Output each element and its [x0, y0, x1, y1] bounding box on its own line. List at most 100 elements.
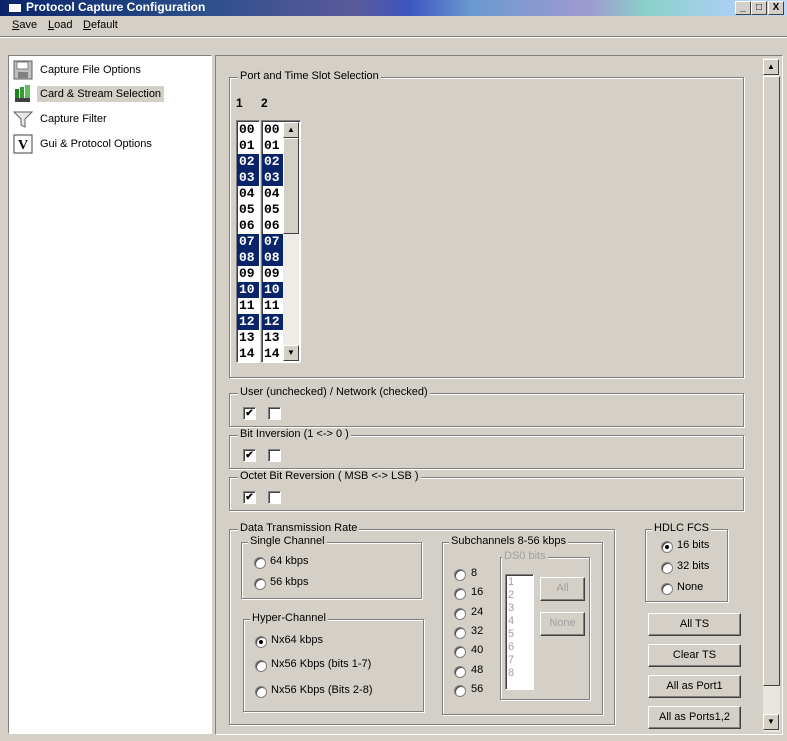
hyper-nx64-radio[interactable]: [255, 636, 267, 648]
ds0-bit-item[interactable]: 1: [506, 576, 533, 589]
user-network-port1-checkbox[interactable]: ✔: [243, 407, 256, 420]
options-tree: Capture File Options Card & Stream Selec…: [8, 55, 212, 734]
nav-item-card-stream-selection[interactable]: Card & Stream Selection: [13, 83, 165, 105]
subchannel-56-radio[interactable]: [454, 684, 466, 697]
ds0-bit-item[interactable]: 8: [506, 667, 533, 680]
port1-timeslot-item[interactable]: 07: [237, 234, 259, 250]
port2-timeslot-item[interactable]: 12: [262, 314, 284, 330]
minimize-button[interactable]: _: [735, 1, 751, 15]
user-network-port2-checkbox[interactable]: [268, 407, 281, 420]
bit-inversion-port1-checkbox[interactable]: ✔: [243, 449, 256, 462]
port2-timeslot-item[interactable]: 14: [262, 346, 284, 362]
port2-timeslot-item[interactable]: 00: [262, 122, 284, 138]
port1-timeslot-item[interactable]: 01: [237, 138, 259, 154]
port-timeslot-group-title: Port and Time Slot Selection: [238, 70, 381, 82]
port2-timeslot-item[interactable]: 05: [262, 202, 284, 218]
port-timeslot-group: [229, 77, 744, 378]
port2-timeslot-item[interactable]: 02: [262, 154, 284, 170]
hdlc-none-label: None: [677, 581, 704, 593]
port1-timeslot-item[interactable]: 03: [237, 170, 259, 186]
port1-timeslot-item[interactable]: 00: [237, 122, 259, 138]
subchannels-group-title: Subchannels 8-56 kbps: [449, 535, 568, 547]
clear-ts-button[interactable]: Clear TS: [648, 644, 741, 667]
ds0-bit-item[interactable]: 2: [506, 589, 533, 602]
port1-timeslot-item[interactable]: 10: [237, 282, 259, 298]
subchannel-8-radio[interactable]: [454, 569, 466, 581]
ds0-bit-item[interactable]: 4: [506, 615, 533, 628]
menu-default[interactable]: Default: [83, 19, 118, 31]
timeslot-scroll-down-button[interactable]: ▼: [283, 345, 299, 361]
subchannel-24-radio[interactable]: [454, 607, 466, 620]
menu-load-label: oad: [54, 19, 73, 31]
port1-timeslot-item[interactable]: 08: [237, 250, 259, 266]
port1-timeslot-item[interactable]: 11: [237, 298, 259, 314]
subchannel-24-label: 24: [471, 605, 484, 618]
scroll-down-button[interactable]: ▼: [763, 714, 779, 730]
nav-item-label: Capture File Options: [40, 64, 141, 76]
port1-timeslot-item[interactable]: 09: [237, 266, 259, 282]
nav-item-gui-protocol-options[interactable]: V Gui & Protocol Options: [13, 133, 155, 155]
nav-item-label: Capture Filter: [40, 113, 107, 125]
scroll-thumb[interactable]: [763, 76, 780, 686]
subchannel-48-label: 48: [471, 663, 484, 676]
all-ts-button[interactable]: All TS: [648, 613, 741, 636]
port2-timeslot-item[interactable]: 11: [262, 298, 284, 314]
port2-timeslot-item[interactable]: 01: [262, 138, 284, 154]
hdlc-16bits-radio[interactable]: [661, 541, 673, 553]
ds0-bit-item[interactable]: 3: [506, 602, 533, 615]
nav-item-capture-file-options[interactable]: Capture File Options: [13, 59, 144, 81]
port2-timeslot-item[interactable]: 10: [262, 282, 284, 298]
subchannel-32-radio[interactable]: [454, 626, 466, 639]
ds0-none-button[interactable]: None: [540, 612, 585, 636]
port1-timeslot-item[interactable]: 04: [237, 186, 259, 202]
hdlc-fcs-group-title: HDLC FCS: [652, 522, 712, 534]
port1-timeslot-item[interactable]: 14: [237, 346, 259, 362]
app-window-icon: [8, 3, 22, 13]
port2-timeslot-item[interactable]: 03: [262, 170, 284, 186]
ds0-bit-item[interactable]: 7: [506, 654, 533, 667]
timeslot-scroll-thumb[interactable]: [283, 138, 299, 234]
subchannel-48-radio[interactable]: [454, 665, 466, 678]
single-channel-group: [241, 542, 422, 599]
hdlc-32bits-radio[interactable]: [661, 562, 673, 574]
subchannel-8-label: 8: [471, 567, 478, 579]
port1-timeslot-list[interactable]: 00 01 02 03 04 05 06 07 08 09 10 11 12 13 14: [236, 120, 260, 363]
port1-timeslot-item[interactable]: 12: [237, 314, 259, 330]
menu-load[interactable]: Load: [48, 19, 72, 31]
maximize-button[interactable]: □: [751, 1, 767, 15]
ds0-bit-item[interactable]: 6: [506, 641, 533, 654]
single-56kbps-radio[interactable]: [254, 578, 266, 590]
port2-timeslot-item[interactable]: 08: [262, 250, 284, 266]
port2-timeslot-item[interactable]: 06: [262, 218, 284, 234]
octet-reversion-port1-checkbox[interactable]: ✔: [243, 491, 256, 504]
all-as-port1-button[interactable]: All as Port1: [648, 675, 741, 698]
octet-reversion-group: [229, 477, 744, 511]
scroll-up-button[interactable]: ▲: [763, 59, 779, 75]
port2-timeslot-item[interactable]: 07: [262, 234, 284, 250]
bit-inversion-port2-checkbox[interactable]: [268, 449, 281, 462]
hyper-nx56-bits17-radio[interactable]: [255, 660, 267, 672]
timeslot-scroll-up-button[interactable]: ▲: [283, 122, 299, 138]
ds0-all-button[interactable]: All: [540, 577, 585, 601]
single-64kbps-radio[interactable]: [254, 557, 266, 569]
all-as-ports12-button[interactable]: All as Ports1,2: [648, 706, 741, 729]
hdlc-none-radio[interactable]: [661, 583, 673, 595]
hyper-nx56-bits28-radio[interactable]: [255, 686, 267, 698]
single-64kbps-label: 64 kbps: [270, 555, 309, 567]
menu-save[interactable]: Save: [12, 19, 37, 31]
port2-timeslot-item[interactable]: 09: [262, 266, 284, 282]
subchannel-56-label: 56: [471, 682, 484, 695]
ds0-bit-item[interactable]: 5: [506, 628, 533, 641]
port2-timeslot-item[interactable]: 04: [262, 186, 284, 202]
port1-timeslot-item[interactable]: 02: [237, 154, 259, 170]
port2-timeslot-item[interactable]: 13: [262, 330, 284, 346]
ds0-bits-group-title: DS0 bits: [502, 550, 548, 562]
port1-timeslot-item[interactable]: 13: [237, 330, 259, 346]
close-button[interactable]: X: [768, 1, 784, 15]
port1-timeslot-item[interactable]: 06: [237, 218, 259, 234]
nav-item-capture-filter[interactable]: Capture Filter: [12, 108, 110, 130]
nav-item-label: Gui & Protocol Options: [40, 138, 152, 150]
ds0-bits-list[interactable]: 12345678: [505, 574, 534, 690]
port1-timeslot-item[interactable]: 05: [237, 202, 259, 218]
octet-reversion-port2-checkbox[interactable]: [268, 491, 281, 504]
